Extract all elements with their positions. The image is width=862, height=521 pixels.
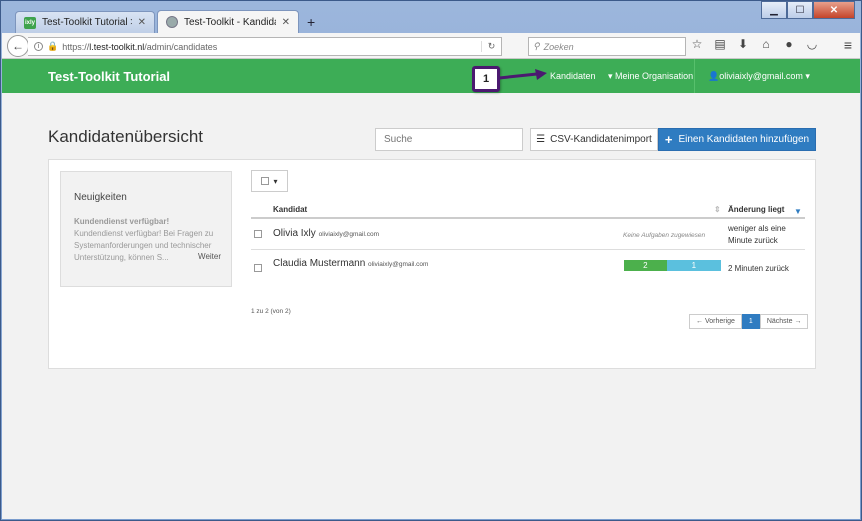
nav-divider bbox=[694, 59, 695, 93]
nav-user-label: oliviaixly@gmail.com bbox=[719, 71, 803, 81]
ixly-favicon-icon: ixly bbox=[24, 16, 36, 29]
site-favicon-icon bbox=[166, 16, 178, 28]
progress-done-segment: 2 bbox=[624, 260, 667, 271]
close-icon[interactable]: ✕ bbox=[282, 17, 290, 28]
nav-kandidaten[interactable]: Kandidaten bbox=[550, 71, 596, 81]
news-more-link[interactable]: Weiter bbox=[198, 252, 221, 261]
browser-window: ixly Test-Toolkit Tutorial > Ixly ✕ Test… bbox=[0, 0, 862, 521]
url-bar[interactable]: i 🔒 https://l.test-toolkit.nl/admin/cand… bbox=[28, 37, 502, 56]
changed-time: weniger als eine Minute zurück bbox=[728, 224, 786, 245]
news-title: Neuigkeiten bbox=[74, 192, 127, 203]
clipboard-icon[interactable]: ▤ bbox=[713, 37, 727, 51]
no-tasks-label: Keine Aufgaben zugewiesen bbox=[623, 232, 706, 239]
candidate-email: oliviaixly@gmail.com bbox=[318, 231, 379, 238]
back-arrow-icon[interactable]: ← bbox=[7, 35, 29, 57]
title-bar: ixly Test-Toolkit Tutorial > Ixly ✕ Test… bbox=[1, 1, 861, 33]
column-header-changed[interactable]: Änderung liegt bbox=[728, 205, 784, 214]
row-divider bbox=[251, 249, 805, 250]
pager-page-1[interactable]: 1 bbox=[741, 314, 760, 329]
bulk-select-dropdown[interactable]: ▾ bbox=[251, 170, 288, 192]
tab-tutorial[interactable]: ixly Test-Toolkit Tutorial > Ixly ✕ bbox=[15, 11, 155, 33]
bookmark-star-icon[interactable]: ☆ bbox=[690, 37, 704, 51]
step-annotation-badge: 1 bbox=[472, 66, 500, 92]
new-tab-icon[interactable]: + bbox=[301, 14, 321, 30]
brand-title[interactable]: Test-Toolkit Tutorial bbox=[48, 69, 170, 84]
hamburger-menu-icon[interactable]: ≡ bbox=[844, 37, 852, 53]
maximize-icon[interactable]: ☐ bbox=[787, 1, 813, 19]
caret-down-icon: ▾ bbox=[273, 176, 278, 186]
add-candidate-button[interactable]: + Einen Kandidaten hinzufügen bbox=[658, 128, 816, 151]
home-icon[interactable]: ⌂ bbox=[759, 37, 773, 51]
row-checkbox[interactable] bbox=[254, 230, 262, 238]
nav-organisation[interactable]: ▾ Meine Organisation bbox=[608, 71, 693, 82]
tab-strip: ixly Test-Toolkit Tutorial > Ixly ✕ Test… bbox=[15, 10, 321, 33]
checkbox-icon bbox=[261, 177, 270, 185]
close-icon[interactable]: ✕ bbox=[138, 17, 146, 28]
info-icon[interactable]: i bbox=[34, 42, 43, 51]
lock-icon: 🔒 bbox=[47, 41, 59, 51]
annotation-arrow-icon bbox=[499, 69, 547, 80]
column-header-candidate[interactable]: Kandidat bbox=[273, 205, 307, 214]
csv-button-label: CSV-Kandidatenimport bbox=[550, 134, 652, 145]
toolbar-icons: ☆ ▤ ⬇ ⌂ ● ◡ bbox=[690, 37, 819, 51]
candidates-panel: Neuigkeiten Kundendienst verfügbar! Kunde… bbox=[48, 159, 816, 369]
tab-kandidaten[interactable]: Test-Toolkit - Kandidatenü... ✕ bbox=[157, 10, 299, 33]
close-window-icon[interactable]: ✕ bbox=[813, 1, 855, 19]
progress-open-segment: 1 bbox=[666, 260, 721, 271]
app-header: Test-Toolkit Tutorial Kandidaten ▾ Meine… bbox=[2, 59, 860, 93]
table-header-divider bbox=[251, 217, 805, 219]
pager-prev-button[interactable]: ← Vorherige bbox=[689, 314, 742, 329]
reload-icon[interactable]: ↻ bbox=[481, 41, 501, 52]
minimize-icon[interactable]: ▁ bbox=[761, 1, 787, 19]
result-count: 1 zu 2 (von 2) bbox=[251, 308, 291, 315]
download-icon[interactable]: ⬇ bbox=[736, 37, 750, 51]
tab-title: Test-Toolkit - Kandidatenü... bbox=[184, 16, 276, 28]
plus-icon: + bbox=[664, 132, 673, 147]
csv-import-button[interactable]: ☰ CSV-Kandidatenimport bbox=[530, 128, 658, 151]
pocket-icon[interactable]: ◡ bbox=[805, 37, 819, 51]
browser-toolbar: ← i 🔒 https://l.test-toolkit.nl/admin/ca… bbox=[2, 33, 860, 59]
pagination: ← Vorherige 1 Nächste → bbox=[689, 314, 809, 329]
candidate-email: oliviaixly@gmail.com bbox=[368, 261, 429, 268]
search-placeholder: Zoeken bbox=[543, 41, 574, 52]
table-row-name[interactable]: Claudia Mustermann oliviaixly@gmail.com bbox=[273, 258, 428, 269]
sort-icon[interactable]: ⇕ bbox=[714, 205, 721, 214]
window-controls: ▁ ☐ ✕ bbox=[761, 1, 855, 19]
browser-search-input[interactable]: ⚲ Zoeken bbox=[528, 37, 686, 56]
search-icon: ⚲ bbox=[533, 41, 540, 51]
row-checkbox[interactable] bbox=[254, 264, 262, 272]
pager-next-button[interactable]: Nächste → bbox=[759, 314, 809, 329]
news-box: Neuigkeiten Kundendienst verfügbar! Kunde… bbox=[60, 171, 232, 287]
changed-time: 2 Minuten zurück bbox=[728, 264, 789, 273]
page-title: Kandidatenübersicht bbox=[48, 127, 204, 146]
web-page: Test-Toolkit Tutorial Kandidaten ▾ Meine… bbox=[2, 59, 860, 519]
tab-title: Test-Toolkit Tutorial > Ixly bbox=[42, 17, 132, 28]
add-button-label: Einen Kandidaten hinzufügen bbox=[678, 134, 810, 145]
nav-user-menu[interactable]: 👤oliviaixly@gmail.com ▾ bbox=[708, 71, 810, 82]
sort-desc-icon[interactable]: ▼ bbox=[794, 207, 802, 216]
table-row-name[interactable]: Olivia Ixly oliviaixly@gmail.com bbox=[273, 228, 379, 239]
candidate-search-input[interactable] bbox=[375, 128, 523, 151]
url-text: https://l.test-toolkit.nl/admin/candidat… bbox=[62, 41, 218, 52]
chat-icon[interactable]: ● bbox=[782, 37, 796, 51]
user-icon: 👤 bbox=[708, 71, 720, 81]
task-progress-bar: 2 1 bbox=[624, 260, 721, 271]
list-icon: ☰ bbox=[536, 134, 546, 145]
nav-org-label: Meine Organisation bbox=[615, 71, 694, 81]
